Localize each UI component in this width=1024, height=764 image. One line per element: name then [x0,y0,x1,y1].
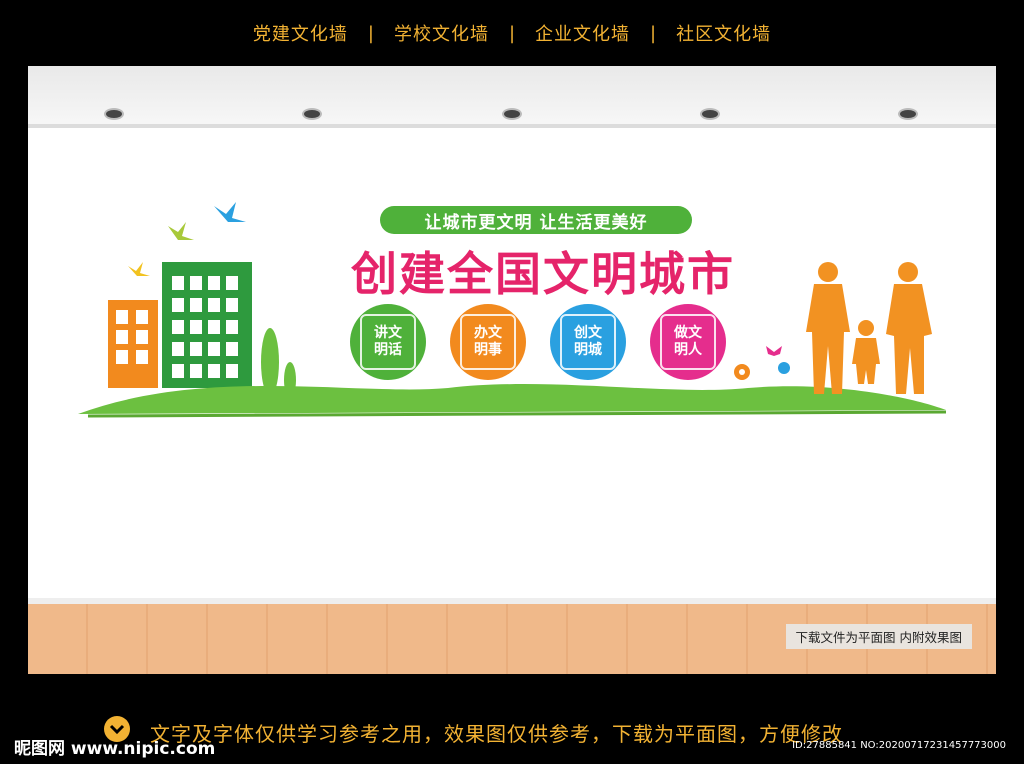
badge-civil-person: 做文 明人 [650,304,726,380]
nav-item-company-wall[interactable]: 企业文化墙 [515,20,650,46]
download-caption: 下载文件为平面图 内附效果图 [785,624,972,649]
preview-room: 让城市更文明 让生活更美好 创建全国文明城市 讲文 明话 办文 明事 创文 明城 做文… [28,66,996,674]
badge-civil-city: 创文 明城 [550,304,626,380]
nav-item-party-wall[interactable]: 党建文化墙 [233,20,368,46]
slogan-banner: 让城市更文明 让生活更美好 [380,206,692,234]
badge-civil-speech: 讲文 明话 [350,304,426,380]
butterfly-icon [766,346,782,356]
site-logo[interactable]: 昵图网 www.nipic.com [14,734,215,759]
family-silhouette [806,262,932,394]
nav-item-school-wall[interactable]: 学校文化墙 [374,20,509,46]
tree [261,328,279,396]
page-title: 创建全国文明城市 [351,247,735,301]
usage-notice: 文字及字体仅供学习参考之用，效果图仅供参考，下载为平面图，方便修改 [150,722,843,746]
footer: 文字及字体仅供学习参考之用，效果图仅供参考，下载为平面图，方便修改 昵图网 ww… [0,704,1024,764]
badge-civil-deeds: 办文 明事 [450,304,526,380]
image-id: ID:27885841 NO:20200717231457773000 [792,740,1006,751]
bird-icon [128,262,150,276]
bird-icon [214,202,246,222]
nav-item-community-wall[interactable]: 社区文化墙 [656,20,791,46]
orange-building [108,300,158,388]
flower-icon [778,362,790,374]
bird-icon [168,222,194,240]
top-nav: 党建文化墙 | 学校文化墙 | 企业文化墙 | 社区文化墙 [0,0,1024,66]
